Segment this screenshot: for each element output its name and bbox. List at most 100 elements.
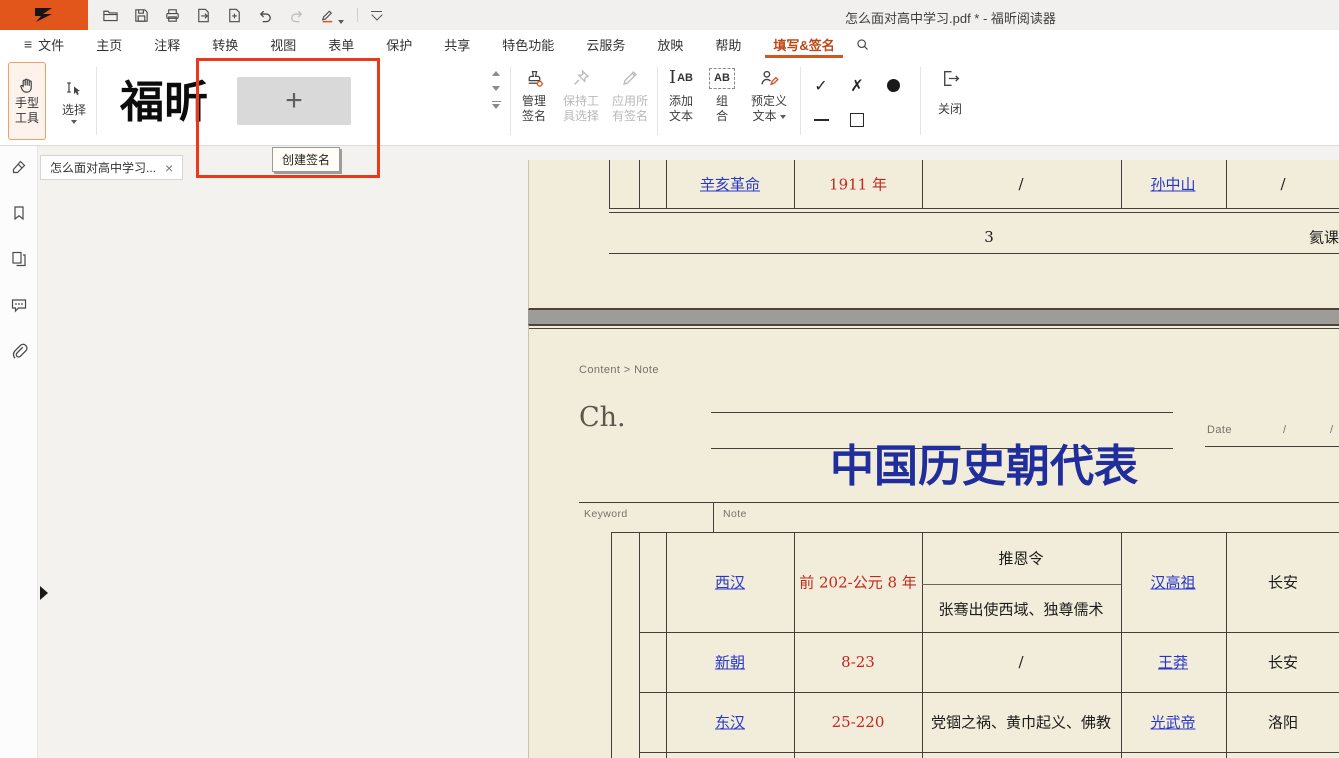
menu-form[interactable]: 表单 bbox=[312, 30, 370, 58]
gallery-scroll-up-icon[interactable] bbox=[492, 71, 500, 76]
save-icon[interactable] bbox=[132, 6, 150, 24]
doc-text: 氦课 bbox=[1309, 227, 1339, 248]
cross-icon: ✗ bbox=[850, 76, 863, 95]
doc-text: 长安 bbox=[1268, 572, 1298, 593]
open-folder-icon[interactable] bbox=[101, 6, 119, 24]
note-breadcrumb: Content > Note bbox=[579, 364, 659, 376]
comments-icon[interactable] bbox=[10, 296, 28, 314]
add-text-button[interactable]: IAB 添加文本 bbox=[660, 64, 702, 138]
menu-fill-sign[interactable]: 填写&签名 bbox=[757, 30, 850, 58]
hand-icon bbox=[17, 76, 37, 96]
nav-panel-expand-handle[interactable] bbox=[40, 586, 48, 600]
square-icon bbox=[850, 113, 864, 127]
dot-icon bbox=[887, 79, 900, 92]
document-heading: 中国历史朝代表 bbox=[779, 430, 1189, 494]
keep-tool-selected-button[interactable]: 保持工具选择 bbox=[557, 64, 605, 138]
ribbon-separator bbox=[800, 67, 801, 135]
pdf-page-current: Content > Note Ch. 中国历史朝代表 Date / / Keyw… bbox=[528, 324, 1339, 758]
manage-signatures-icon bbox=[524, 64, 545, 92]
combine-icon: AB bbox=[709, 64, 735, 92]
navigation-rail bbox=[0, 146, 38, 758]
window-title: 怎么面对高中学习.pdf * - 福昕阅读器 bbox=[845, 8, 1056, 27]
menu-help[interactable]: 帮助 bbox=[699, 30, 757, 58]
hamburger-icon: ≡ bbox=[24, 36, 32, 52]
hand-tool-label-2: 工具 bbox=[15, 111, 39, 126]
menu-features[interactable]: 特色功能 bbox=[486, 30, 570, 58]
stamp-square-button[interactable] bbox=[842, 105, 872, 135]
export-document-icon[interactable] bbox=[194, 6, 212, 24]
doc-text: 张骞出使西域、独尊儒术 bbox=[938, 599, 1103, 620]
stamp-check-button[interactable]: ✓ bbox=[806, 70, 836, 100]
select-icon bbox=[64, 79, 84, 99]
doc-link[interactable]: 汉高祖 bbox=[1150, 572, 1195, 593]
exit-icon bbox=[940, 64, 961, 92]
menu-view[interactable]: 视图 bbox=[254, 30, 312, 58]
hand-tool-label-1: 手型 bbox=[15, 96, 39, 111]
doc-text: 前 202-公元 8 年 bbox=[799, 572, 917, 593]
select-tool-label: 选择 bbox=[62, 101, 86, 118]
predefined-text-button[interactable]: 预定义 文本 bbox=[742, 64, 796, 138]
attachments-icon[interactable] bbox=[10, 342, 28, 360]
print-icon[interactable] bbox=[163, 6, 181, 24]
document-tab[interactable]: 怎么面对高中学习... × bbox=[40, 155, 183, 180]
doc-link[interactable]: 孙中山 bbox=[1150, 174, 1195, 195]
undo-icon[interactable] bbox=[256, 6, 274, 24]
menu-present[interactable]: 放映 bbox=[641, 30, 699, 58]
menu-cloud[interactable]: 云服务 bbox=[570, 30, 641, 58]
stamp-cross-button[interactable]: ✗ bbox=[842, 70, 872, 100]
redo-icon[interactable] bbox=[287, 6, 305, 24]
doc-link[interactable]: 新朝 bbox=[715, 652, 745, 673]
doc-text: / bbox=[1018, 653, 1023, 671]
predefined-text-caret-icon bbox=[780, 115, 786, 119]
hand-tool-button[interactable]: 手型 工具 bbox=[8, 62, 46, 140]
page-thumbnails-icon[interactable] bbox=[10, 250, 28, 268]
doc-link[interactable]: 辛亥革命 bbox=[700, 174, 760, 195]
gallery-more-icon[interactable] bbox=[492, 101, 501, 109]
doc-text: 8-23 bbox=[841, 653, 875, 671]
close-fill-sign-button[interactable]: 关闭 bbox=[926, 64, 974, 138]
doc-text: 推恩令 bbox=[998, 548, 1043, 569]
manage-signatures-button[interactable]: 管理签名 bbox=[514, 64, 554, 138]
doc-link[interactable]: 西汉 bbox=[715, 572, 745, 593]
menu-comment[interactable]: 注释 bbox=[138, 30, 196, 58]
bookmark-icon[interactable] bbox=[10, 204, 28, 222]
doc-text: 25-220 bbox=[832, 713, 885, 731]
create-document-icon[interactable] bbox=[225, 6, 243, 24]
apply-all-signatures-button[interactable]: 应用所有签名 bbox=[606, 64, 654, 138]
eraser-icon[interactable] bbox=[10, 158, 28, 176]
line-icon bbox=[814, 119, 829, 121]
note-label: Note bbox=[723, 508, 747, 520]
menu-protect[interactable]: 保护 bbox=[370, 30, 428, 58]
date-slash: / bbox=[1330, 424, 1333, 436]
customize-toolbar-icon[interactable] bbox=[371, 11, 382, 19]
select-tool-button[interactable]: 选择 bbox=[54, 62, 94, 140]
menu-file-label: 文件 bbox=[38, 35, 64, 54]
page-gap bbox=[528, 310, 1339, 324]
menu-share[interactable]: 共享 bbox=[428, 30, 486, 58]
date-label: Date bbox=[1207, 424, 1232, 436]
keyword-label: Keyword bbox=[584, 508, 628, 520]
doc-text: 长安 bbox=[1268, 652, 1298, 673]
tab-close-icon[interactable]: × bbox=[165, 162, 173, 174]
pen-tool-caret-icon bbox=[338, 20, 344, 24]
page-number: 3 bbox=[984, 228, 994, 246]
doc-link[interactable]: 光武帝 bbox=[1150, 712, 1195, 733]
select-tool-caret-icon bbox=[71, 120, 77, 124]
gallery-scroll-down-icon[interactable] bbox=[492, 86, 500, 91]
menu-file[interactable]: ≡ 文件 bbox=[8, 30, 80, 58]
doc-text: 1911 年 bbox=[829, 174, 887, 195]
doc-link[interactable]: 王莽 bbox=[1158, 652, 1188, 673]
menu-convert[interactable]: 转换 bbox=[196, 30, 254, 58]
combine-button[interactable]: AB 组合 bbox=[704, 64, 740, 138]
foxit-logo-icon bbox=[32, 6, 56, 24]
pushpin-icon bbox=[571, 64, 591, 92]
stamp-line-button[interactable] bbox=[806, 105, 836, 135]
document-area: 怎么面对高中学习... × 辛亥革命 1911 年 / 孙中山 / 3 氦课 C… bbox=[38, 146, 1339, 758]
pen-tool-button[interactable] bbox=[318, 6, 344, 24]
doc-text: / bbox=[1018, 175, 1023, 193]
stamp-dot-button[interactable] bbox=[878, 70, 908, 100]
search-icon[interactable] bbox=[855, 37, 870, 52]
menu-home[interactable]: 主页 bbox=[80, 30, 138, 58]
doc-link[interactable]: 东汉 bbox=[715, 712, 745, 733]
quick-access-toolbar bbox=[101, 6, 382, 24]
